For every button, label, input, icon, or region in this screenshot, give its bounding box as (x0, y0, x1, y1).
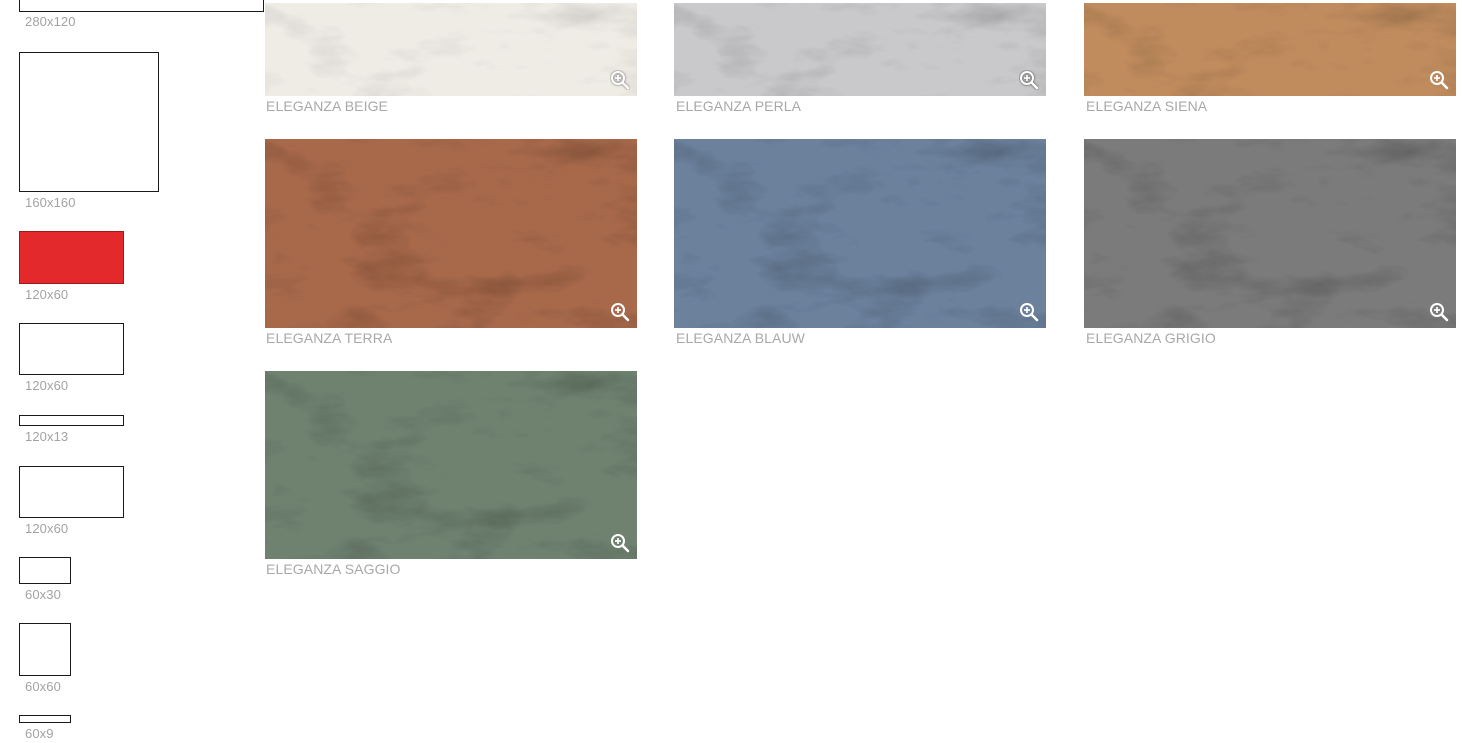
tile-texture-noise (1084, 3, 1456, 96)
size-swatch-120x60-selected[interactable] (19, 231, 124, 284)
tile-texture-noise (674, 3, 1046, 96)
tile-eleganza-saggio[interactable] (265, 371, 637, 559)
tile-texture-noise (265, 3, 637, 96)
tile-name: ELEGANZA SAGGIO (266, 561, 401, 577)
size-swatch-120x60[interactable] (19, 466, 124, 518)
zoom-in-icon[interactable] (1019, 302, 1039, 322)
tile-texture-noise (674, 139, 1046, 328)
size-label: 120x13 (25, 429, 69, 444)
size-swatch-280x120[interactable] (19, 0, 264, 12)
tile-eleganza-siena[interactable] (1084, 3, 1456, 96)
tile-eleganza-terra[interactable] (265, 139, 637, 328)
tile-name: ELEGANZA PERLA (676, 98, 802, 114)
size-label: 120x60 (25, 521, 69, 536)
size-label: 60x60 (25, 679, 61, 694)
size-swatch-60x60[interactable] (19, 623, 71, 676)
size-label: 60x9 (25, 726, 54, 741)
zoom-in-icon[interactable] (1019, 70, 1039, 90)
tile-eleganza-grigio[interactable] (1084, 139, 1456, 328)
zoom-in-icon[interactable] (610, 533, 630, 553)
tile-name: ELEGANZA SIENA (1086, 98, 1208, 114)
zoom-in-icon[interactable] (1429, 70, 1449, 90)
size-swatch-60x30[interactable] (19, 557, 71, 584)
tile-name: ELEGANZA BLAUW (676, 330, 805, 346)
tile-name: ELEGANZA BEIGE (266, 98, 388, 114)
size-label: 60x30 (25, 587, 61, 602)
size-swatch-60x9[interactable] (19, 715, 71, 723)
tile-name: ELEGANZA GRIGIO (1086, 330, 1216, 346)
zoom-in-icon[interactable] (1429, 302, 1449, 322)
size-label: 280x120 (25, 14, 76, 29)
size-swatch-120x60[interactable] (19, 323, 124, 375)
tile-texture-noise (265, 371, 637, 559)
tile-texture-noise (1084, 139, 1456, 328)
tile-eleganza-perla[interactable] (674, 3, 1046, 96)
size-label: 160x160 (25, 195, 76, 210)
tile-texture-noise (265, 139, 637, 328)
tile-name: ELEGANZA TERRA (266, 330, 393, 346)
zoom-in-icon[interactable] (610, 70, 630, 90)
size-swatch-160x160[interactable] (19, 52, 159, 192)
size-label: 120x60 (25, 378, 69, 393)
size-label: 120x60 (25, 287, 69, 302)
tile-eleganza-blauw[interactable] (674, 139, 1046, 328)
size-swatch-120x13[interactable] (19, 415, 124, 426)
zoom-in-icon[interactable] (610, 302, 630, 322)
tile-eleganza-beige[interactable] (265, 3, 637, 96)
